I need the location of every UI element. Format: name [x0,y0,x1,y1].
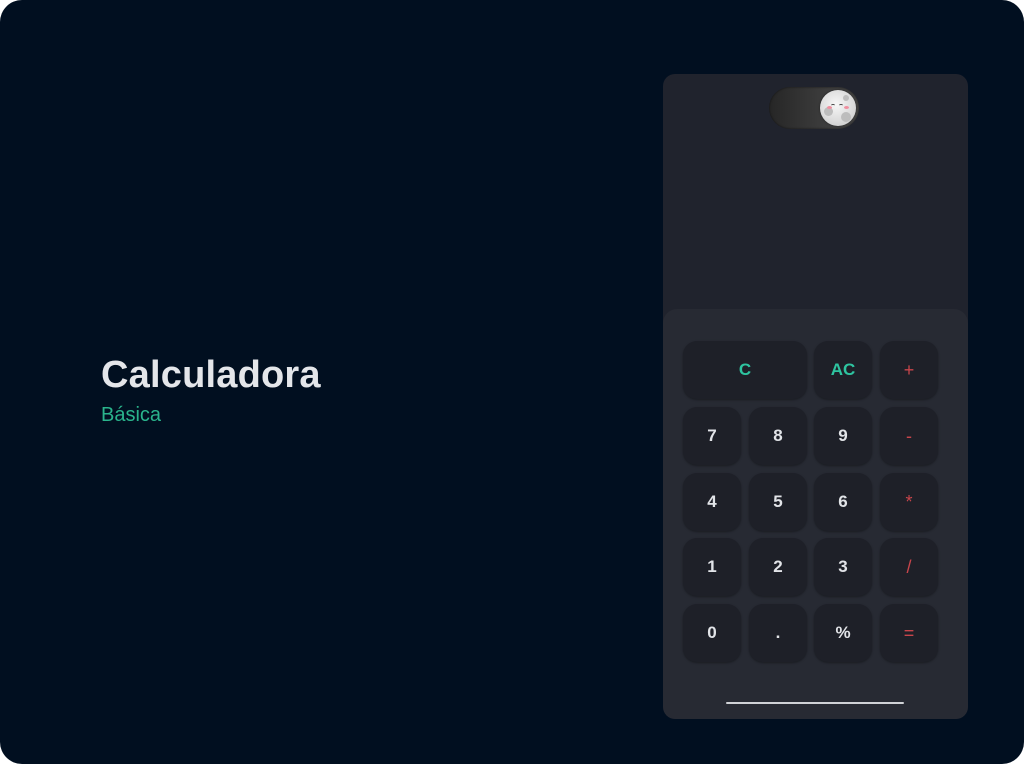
divide-button[interactable]: / [880,538,938,596]
moon-icon [820,90,856,126]
digit-6-button[interactable]: 6 [814,473,872,531]
hero: Calculadora Básica [101,352,321,428]
decimal-point-button[interactable]: . [749,604,807,662]
digit-8-button[interactable]: 8 [749,407,807,465]
digit-0-button[interactable]: 0 [683,604,741,662]
digit-5-button[interactable]: 5 [749,473,807,531]
multiply-button[interactable]: * [880,473,938,531]
theme-toggle[interactable] [769,87,859,129]
digit-3-button[interactable]: 3 [814,538,872,596]
percent-button[interactable]: % [814,604,872,662]
page-title: Calculadora [101,354,321,396]
keypad: C AC + 7 8 9 - 4 5 6 * 1 2 3 / 0 . % = [663,309,968,719]
equals-button[interactable]: = [880,604,938,662]
app-window: Calculadora Básica C AC + 7 8 9 - 4 5 6 … [0,0,1024,764]
digit-1-button[interactable]: 1 [683,538,741,596]
digit-2-button[interactable]: 2 [749,538,807,596]
home-indicator [726,702,904,704]
clear-button[interactable]: C [683,341,807,399]
digit-7-button[interactable]: 7 [683,407,741,465]
all-clear-button[interactable]: AC [814,341,872,399]
calculator-display [663,144,968,304]
minus-button[interactable]: - [880,407,938,465]
digit-4-button[interactable]: 4 [683,473,741,531]
plus-button[interactable]: + [880,341,938,399]
digit-9-button[interactable]: 9 [814,407,872,465]
calculator: C AC + 7 8 9 - 4 5 6 * 1 2 3 / 0 . % = [663,74,968,719]
page-subtitle: Básica [101,404,162,426]
